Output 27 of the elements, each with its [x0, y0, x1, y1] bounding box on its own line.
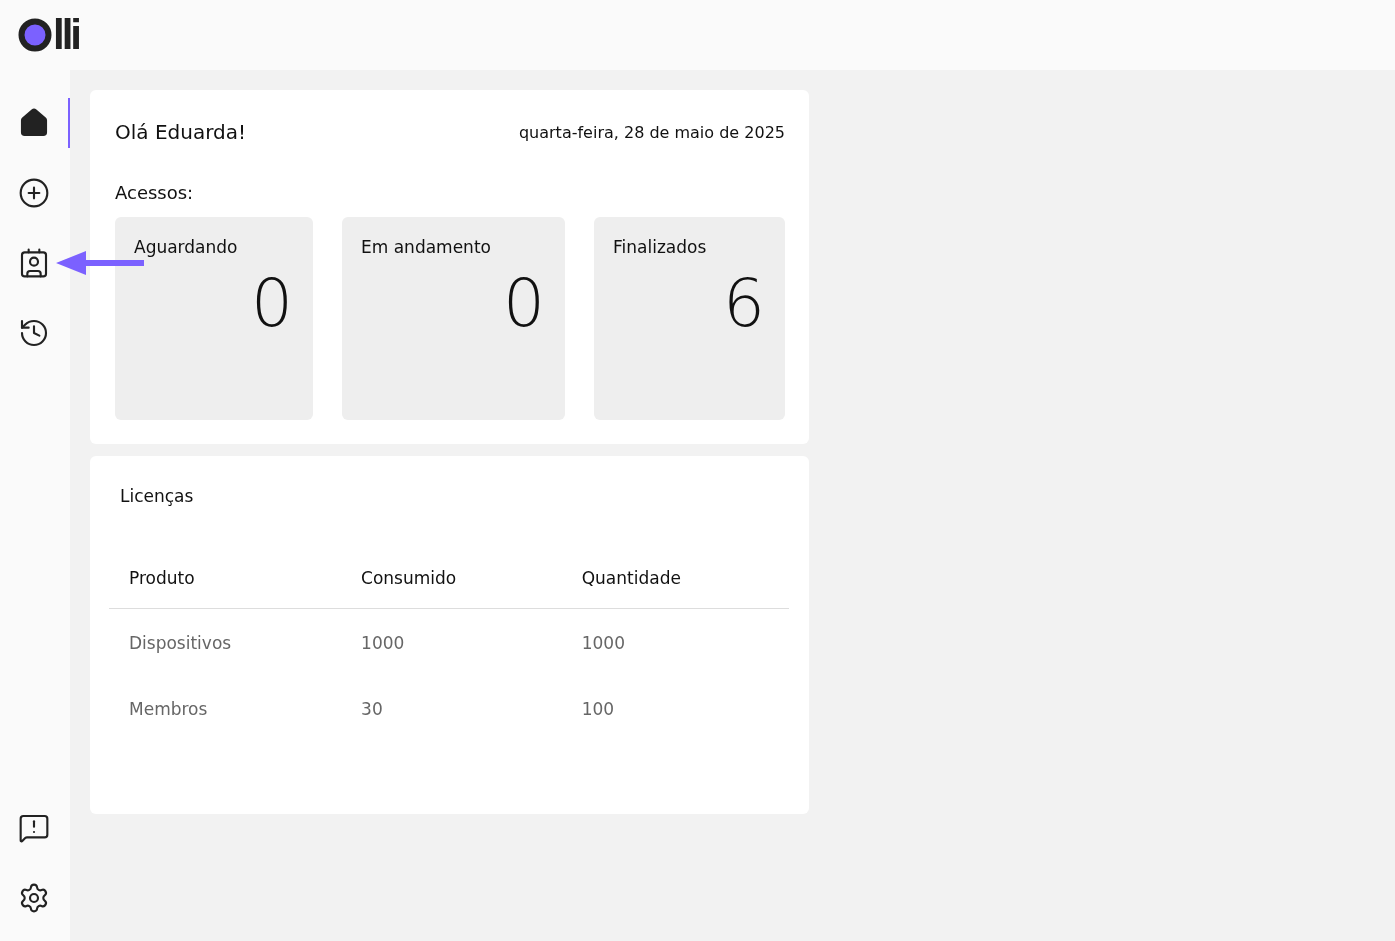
settings-icon [18, 882, 50, 914]
logo-ring-icon [18, 18, 52, 52]
column-header: Quantidade [561, 568, 789, 609]
warning-message-icon [18, 812, 50, 844]
stat-label: Aguardando [134, 237, 239, 257]
column-header: Consumido [341, 568, 562, 609]
table-cell: 1000 [341, 608, 562, 675]
logo: lli [53, 14, 79, 56]
home-icon [18, 107, 50, 139]
table-cell: Dispositivos [109, 608, 342, 675]
section-label: Acessos: [115, 182, 195, 203]
stat-value: 6 [723, 265, 765, 342]
greeting: Olá Eduarda! [115, 120, 246, 144]
table-cell-text: 100 [580, 698, 616, 721]
contact-card-icon [18, 247, 50, 279]
stat-label: Finalizados [613, 237, 708, 257]
plus-circle-icon [18, 177, 50, 209]
card-title: Licenças [119, 486, 195, 506]
stat-value: 0 [503, 265, 545, 342]
table-cell-text: 30 [360, 698, 384, 721]
date-text: quarta-feira, 28 de maio de 2025 [518, 122, 785, 142]
table-cell: 1000 [561, 608, 789, 675]
history-icon [18, 317, 50, 349]
table-cell-text: Membros [128, 698, 209, 721]
stat-label: Em andamento [361, 237, 492, 257]
column-header: Produto [109, 568, 342, 609]
stat-value: 0 [251, 265, 293, 342]
